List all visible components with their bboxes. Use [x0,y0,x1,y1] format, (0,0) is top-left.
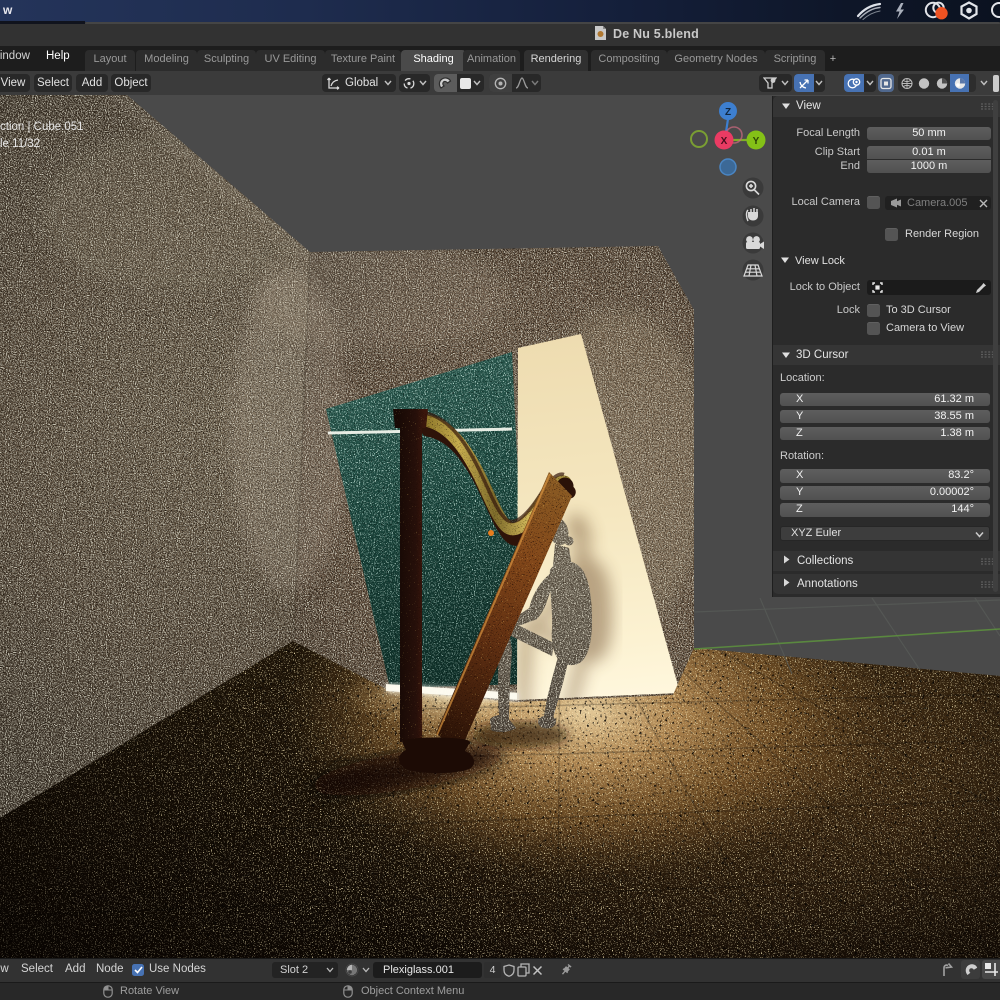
svg-text:X: X [721,136,728,147]
svg-text:Z: Z [725,107,731,118]
svg-text:le 11/32: le 11/32 [0,138,40,150]
svg-text:Y: Y [753,136,760,147]
svg-text:ction | Cube.051: ction | Cube.051 [0,121,84,133]
